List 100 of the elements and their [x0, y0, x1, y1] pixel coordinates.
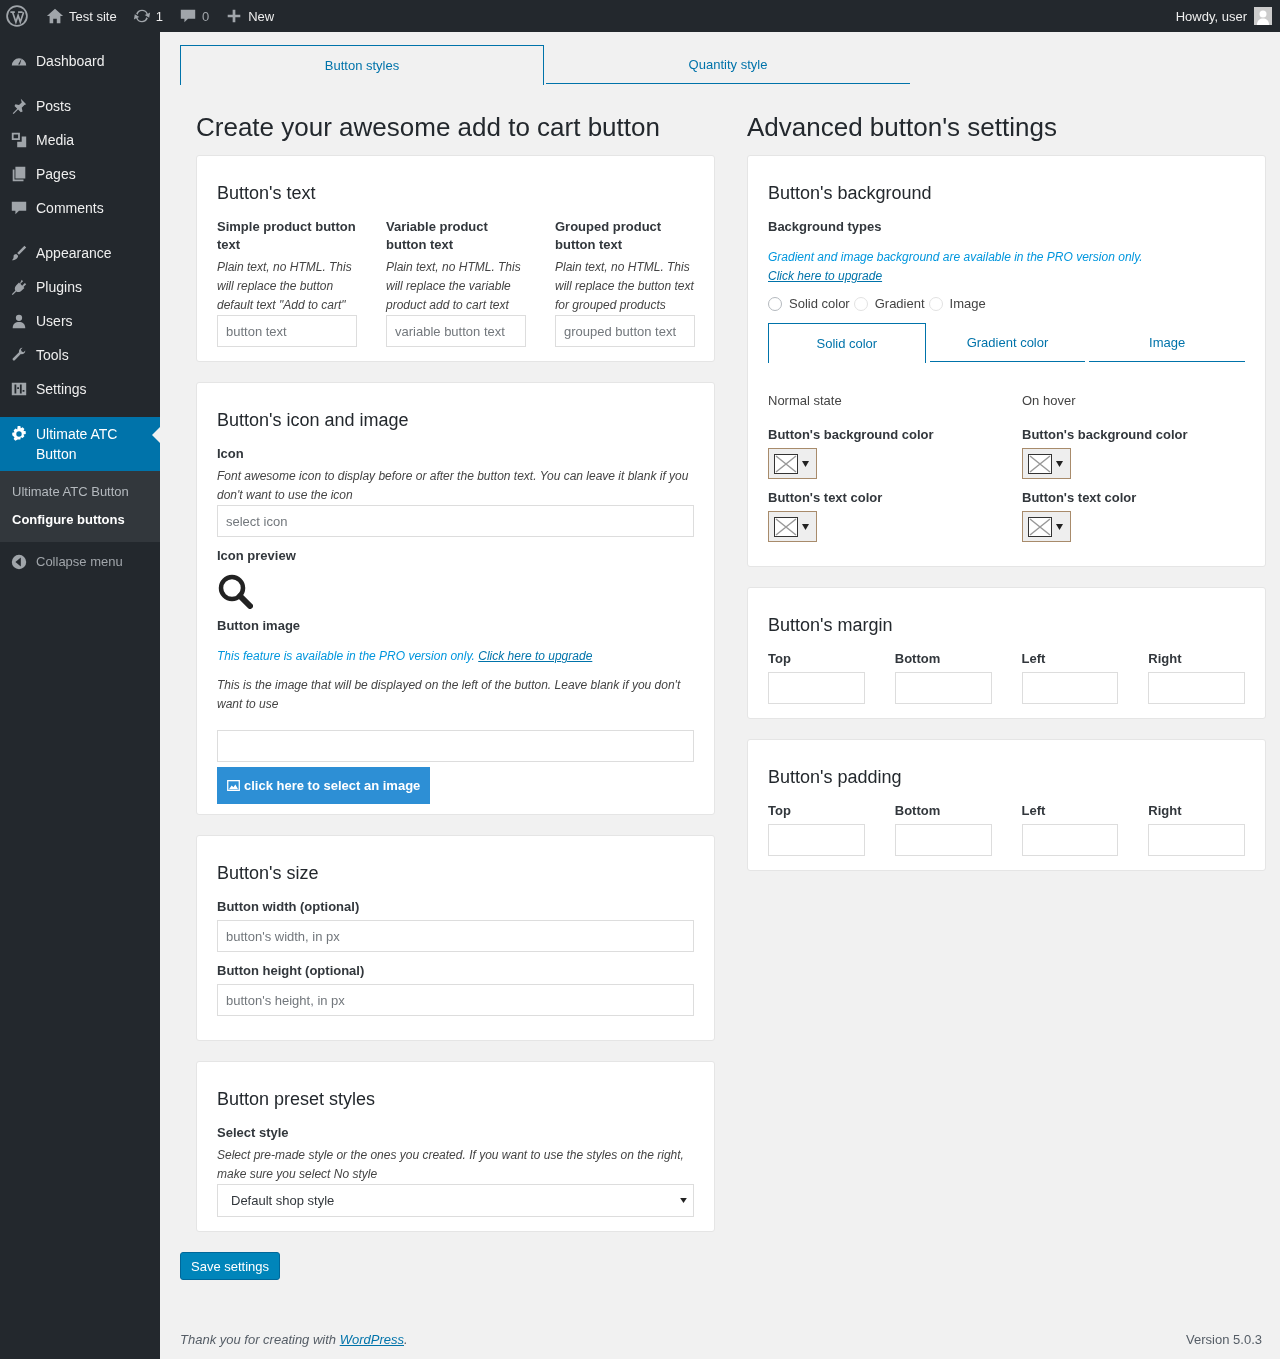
upgrade-link[interactable]: Click here to upgrade [478, 649, 593, 663]
field-label: Button's background color [768, 426, 934, 444]
caret-icon [1056, 460, 1063, 467]
upgrade-link[interactable]: Click here to upgrade [768, 269, 883, 283]
wordpress-link[interactable]: WordPress [339, 1332, 404, 1347]
comments-link[interactable]: 0 [170, 7, 218, 25]
sidebar-item[interactable]: Pages [0, 157, 160, 191]
page-tab[interactable]: Quantity style [546, 46, 910, 84]
collapse-icon [10, 553, 28, 571]
input-field[interactable] [1021, 824, 1119, 856]
background-tab[interactable]: Image [1089, 324, 1245, 362]
menu-icon [10, 199, 28, 217]
card-title: Button's padding [768, 766, 903, 788]
color-picker[interactable] [1022, 511, 1071, 542]
input-field[interactable] [1021, 672, 1119, 704]
radio-option[interactable]: Gradient [853, 296, 925, 311]
field-description: Plain text, no HTML. This will replace the button default text "Add to cart" [217, 259, 353, 314]
pointer-icon [152, 427, 160, 443]
input-field[interactable] [894, 672, 992, 704]
input-field[interactable] [768, 824, 865, 856]
site-link[interactable]: Test site [38, 7, 125, 25]
state-heading: On hover [1022, 393, 1076, 408]
collapse-menu-button[interactable]: Collapse menu [0, 548, 160, 575]
menu-icon [10, 380, 28, 398]
style-select[interactable]: Default shop style [217, 1184, 694, 1217]
input-field[interactable] [768, 672, 865, 704]
field-label: Button's background color [1022, 426, 1188, 444]
input-field[interactable]: button text [217, 315, 357, 347]
input-field[interactable]: button's height, in px [217, 984, 694, 1016]
updates-link[interactable]: 1 [124, 7, 171, 25]
sidebar-item[interactable]: Users [0, 304, 160, 338]
field-description: Select pre-made style or the ones you created. If you want to use the styles on the right, make sure you select No style [217, 1147, 685, 1183]
input-field[interactable]: button's width, in px [217, 920, 694, 952]
empty-swatch-icon [774, 453, 798, 474]
search-icon [217, 573, 253, 609]
sidebar-item[interactable]: Ultimate ATC Button [0, 417, 160, 471]
card-title: Button's icon and image [217, 409, 410, 431]
menu-icon [10, 131, 28, 149]
sidebar-item[interactable]: Comments [0, 191, 160, 225]
sidebar-item[interactable]: Plugins [0, 270, 160, 304]
background-tab[interactable]: Solid color [768, 323, 926, 363]
avatar-icon [1254, 7, 1272, 25]
sidebar-item[interactable]: Settings [0, 372, 160, 406]
refresh-icon [132, 7, 151, 25]
caret-icon [802, 460, 809, 467]
color-picker[interactable] [768, 448, 817, 479]
input-field[interactable] [217, 730, 694, 762]
wordpress-logo-icon[interactable] [6, 5, 28, 27]
color-picker[interactable] [768, 511, 817, 542]
pro-note: Gradient and image background are available in the PRO version only. Click here to upgrade [768, 249, 1144, 285]
menu-icon [10, 97, 28, 115]
field-label: Button image [217, 617, 302, 635]
page-tab[interactable]: Button styles [180, 45, 544, 85]
new-link[interactable]: New [217, 7, 283, 25]
field-description: This is the image that will be displayed on the left of the button. Leave blank if you don't want to use [217, 677, 682, 713]
field-label: Right [1148, 802, 1183, 820]
pro-note: This feature is available in the PRO version only. Click here to upgrade [217, 648, 594, 665]
select-image-button[interactable]: click here to select an image [217, 767, 431, 804]
submenu-item[interactable]: Ultimate ATC Button [0, 478, 160, 506]
sidebar-item[interactable]: Tools [0, 338, 160, 372]
menu-icon [10, 165, 28, 183]
field-description: Plain text, no HTML. This will replace the button text for grouped products [555, 259, 695, 314]
save-button[interactable]: Save settings [180, 1252, 281, 1280]
sidebar-item[interactable]: Media [0, 123, 160, 157]
input-field[interactable] [1148, 672, 1245, 704]
input-field[interactable] [894, 824, 992, 856]
field-label: Left [1021, 650, 1047, 668]
input-field[interactable]: select icon [217, 505, 694, 537]
input-field[interactable]: variable button text [386, 315, 526, 347]
caret-icon [680, 1198, 687, 1203]
menu-icon [10, 278, 28, 296]
field-label: Icon [217, 445, 245, 463]
sidebar-item[interactable]: Posts [0, 89, 160, 123]
version-text: Version 5.0.3 [1186, 1332, 1262, 1347]
field-label: Simple product button text [217, 218, 357, 254]
card-title: Button's size [217, 862, 320, 884]
empty-swatch-icon [1028, 516, 1052, 537]
section-title: Advanced button's settings [747, 111, 1058, 143]
background-tab[interactable]: Gradient color [929, 324, 1086, 362]
radio-option[interactable]: Solid color [768, 296, 850, 311]
menu-icon [10, 312, 28, 330]
comment-icon [178, 7, 197, 25]
image-icon [227, 780, 240, 791]
field-label: Bottom [894, 650, 942, 668]
sidebar-item[interactable]: Dashboard [0, 44, 160, 78]
submenu-item[interactable]: Configure buttons [0, 506, 160, 534]
field-label: Button height (optional) [217, 962, 366, 980]
color-picker[interactable] [1022, 448, 1071, 479]
input-field[interactable] [1148, 824, 1245, 856]
field-label: Top [768, 650, 792, 668]
section-title: Create your awesome add to cart button [196, 111, 661, 143]
field-label: Bottom [894, 802, 942, 820]
caret-icon [802, 523, 809, 530]
input-field[interactable]: grouped button text [555, 315, 695, 347]
sidebar-item[interactable]: Appearance [0, 236, 160, 270]
caret-icon [1056, 523, 1063, 530]
account-link[interactable]: Howdy, user [1167, 7, 1280, 25]
card-title: Button preset styles [217, 1088, 377, 1110]
radio-option[interactable]: Image [928, 296, 986, 311]
card-title: Button's margin [768, 614, 894, 636]
